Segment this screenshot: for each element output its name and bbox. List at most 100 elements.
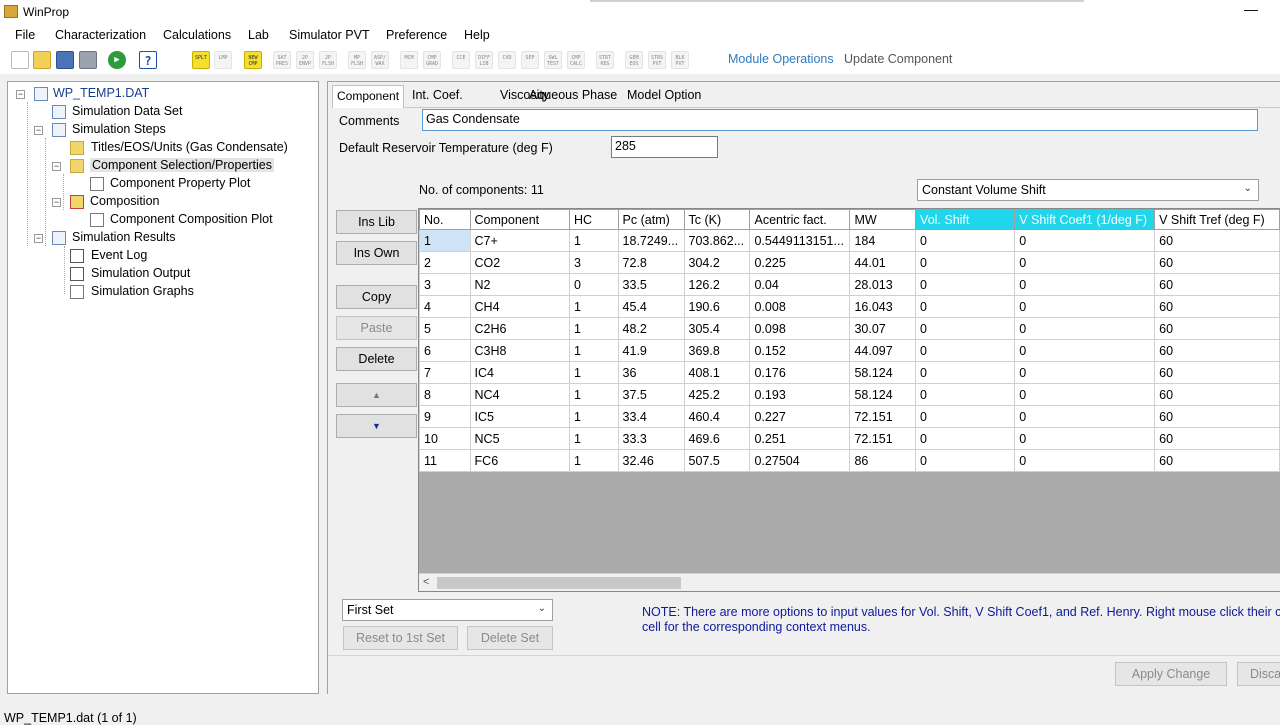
table-cell[interactable]: 0 <box>915 229 1016 252</box>
collapse-icon[interactable]: − <box>52 198 61 207</box>
table-cell[interactable]: 1 <box>569 317 619 340</box>
blk-pvt-icon[interactable]: BLK PVT <box>671 51 689 69</box>
table-cell[interactable]: 32.46 <box>617 449 685 472</box>
set-select[interactable]: First Set ⌄ <box>342 599 553 621</box>
discard-button[interactable]: Disca <box>1237 662 1280 686</box>
table-cell[interactable]: 0.193 <box>749 383 851 406</box>
table-cell[interactable]: 6 <box>419 339 471 362</box>
table-cell[interactable]: 0 <box>915 405 1016 428</box>
table-cell[interactable]: 8 <box>419 383 471 406</box>
table-cell[interactable]: 2 <box>419 251 471 274</box>
run-icon[interactable]: ▶ <box>108 51 126 69</box>
table-row[interactable]: 2 CO2 3 72.8 304.2 0.225 44.01 0 0 60 <box>419 251 1280 274</box>
apply-change-button[interactable]: Apply Change <box>1115 662 1227 686</box>
col-vol-shift[interactable]: Vol. Shift <box>915 209 1016 230</box>
table-cell[interactable]: 9 <box>419 405 471 428</box>
menu-simulator-pvt[interactable]: Simulator PVT <box>289 28 370 42</box>
table-cell[interactable]: 7 <box>419 361 471 384</box>
reservoir-temp-input[interactable]: 285 <box>611 136 718 158</box>
tab-aqueous-phase[interactable]: Aqueous Phase <box>525 88 621 102</box>
help-icon[interactable]: ? <box>139 51 157 69</box>
table-cell[interactable]: CO2 <box>469 251 571 274</box>
table-cell[interactable]: 45.4 <box>617 295 685 318</box>
menu-characterization[interactable]: Characterization <box>55 28 146 42</box>
table-cell[interactable]: 469.6 <box>683 427 751 450</box>
table-cell[interactable]: 0 <box>569 273 619 296</box>
col-vshift-tref[interactable]: V Shift Tref (deg F) <box>1154 209 1280 230</box>
table-cell[interactable]: 60 <box>1154 405 1280 428</box>
table-cell[interactable]: 0.227 <box>749 405 851 428</box>
table-cell[interactable]: IC4 <box>469 361 571 384</box>
print-icon[interactable] <box>79 51 97 69</box>
table-cell[interactable]: 30.07 <box>849 317 917 340</box>
table-cell[interactable]: 0 <box>1014 295 1156 318</box>
table-cell[interactable]: 1 <box>569 405 619 428</box>
table-cell[interactable]: 5 <box>419 317 471 340</box>
table-cell[interactable]: 48.2 <box>617 317 685 340</box>
table-cell[interactable]: 0 <box>915 427 1016 450</box>
col-pc[interactable]: Pc (atm) <box>617 209 685 230</box>
table-row[interactable]: 3 N2 0 33.5 126.2 0.04 28.013 0 0 60 <box>419 273 1280 296</box>
table-cell[interactable]: 0.008 <box>749 295 851 318</box>
table-cell[interactable]: 0 <box>915 317 1016 340</box>
table-row[interactable]: 8 NC4 1 37.5 425.2 0.193 58.124 0 0 60 <box>419 383 1280 406</box>
table-cell[interactable]: 60 <box>1154 295 1280 318</box>
table-cell[interactable]: CH4 <box>469 295 571 318</box>
shift-method-select[interactable]: Constant Volume Shift ⌄ <box>917 179 1259 201</box>
table-cell[interactable]: 37.5 <box>617 383 685 406</box>
table-cell[interactable]: 60 <box>1154 251 1280 274</box>
menu-calculations[interactable]: Calculations <box>163 28 231 42</box>
table-cell[interactable]: 0 <box>1014 229 1156 252</box>
collapse-icon[interactable]: − <box>34 126 43 135</box>
table-cell[interactable]: 60 <box>1154 273 1280 296</box>
table-cell[interactable]: 304.2 <box>683 251 751 274</box>
collapse-icon[interactable]: − <box>34 234 43 243</box>
table-cell[interactable]: 0.04 <box>749 273 851 296</box>
table-cell[interactable]: NC5 <box>469 427 571 450</box>
table-cell[interactable]: 425.2 <box>683 383 751 406</box>
sep-icon[interactable]: SEP <box>521 51 539 69</box>
table-cell[interactable]: 60 <box>1154 449 1280 472</box>
table-cell[interactable]: 60 <box>1154 229 1280 252</box>
table-cell[interactable]: 190.6 <box>683 295 751 318</box>
cce-icon[interactable]: CCE <box>452 51 470 69</box>
table-cell[interactable]: 60 <box>1154 383 1280 406</box>
table-cell[interactable]: 0 <box>1014 317 1156 340</box>
menu-file[interactable]: File <box>15 28 35 42</box>
col-mw[interactable]: MW <box>849 209 917 230</box>
col-vshift-coef1[interactable]: V Shift Coef1 (1/deg F) <box>1014 209 1156 230</box>
table-row[interactable]: 9 IC5 1 33.4 460.4 0.227 72.151 0 0 60 <box>419 405 1280 428</box>
table-cell[interactable]: 0.27504 <box>749 449 851 472</box>
table-cell[interactable]: 1 <box>569 383 619 406</box>
table-cell[interactable]: 0 <box>915 295 1016 318</box>
menu-preference[interactable]: Preference <box>386 28 447 42</box>
table-cell[interactable]: 3 <box>419 273 471 296</box>
table-cell[interactable]: 1 <box>569 427 619 450</box>
table-cell[interactable]: 184 <box>849 229 917 252</box>
table-cell[interactable]: 60 <box>1154 427 1280 450</box>
table-row[interactable]: 11 FC6 1 32.46 507.5 0.27504 86 0 0 60 <box>419 449 1280 472</box>
gem-eos-icon[interactable]: GEM EOS <box>625 51 643 69</box>
collapse-icon[interactable]: − <box>52 162 61 171</box>
swl-test-icon[interactable]: SWL TEST <box>544 51 562 69</box>
open-folder-icon[interactable] <box>33 51 51 69</box>
move-up-button[interactable]: ▲ <box>336 383 417 407</box>
table-cell[interactable]: NC4 <box>469 383 571 406</box>
table-cell[interactable]: 60 <box>1154 339 1280 362</box>
table-row[interactable]: 10 NC5 1 33.3 469.6 0.251 72.151 0 0 60 <box>419 427 1280 450</box>
table-cell[interactable]: 86 <box>849 449 917 472</box>
lmp-icon[interactable]: LMP <box>214 51 232 69</box>
col-hc[interactable]: HC <box>569 209 619 230</box>
splt-icon[interactable]: SPLT <box>192 51 210 69</box>
table-cell[interactable]: 1 <box>569 339 619 362</box>
table-cell[interactable]: 60 <box>1154 361 1280 384</box>
strt-reg-icon[interactable]: STRT REG <box>596 51 614 69</box>
table-cell[interactable]: 3 <box>569 251 619 274</box>
table-cell[interactable]: 1 <box>569 229 619 252</box>
table-cell[interactable]: 0 <box>1014 273 1156 296</box>
stars-pvt-icon[interactable]: STRS PVT <box>648 51 666 69</box>
table-cell[interactable]: 0 <box>915 339 1016 362</box>
col-acentric[interactable]: Acentric fact. <box>749 209 851 230</box>
new-file-icon[interactable] <box>11 51 29 69</box>
copy-button[interactable]: Copy <box>336 285 417 309</box>
